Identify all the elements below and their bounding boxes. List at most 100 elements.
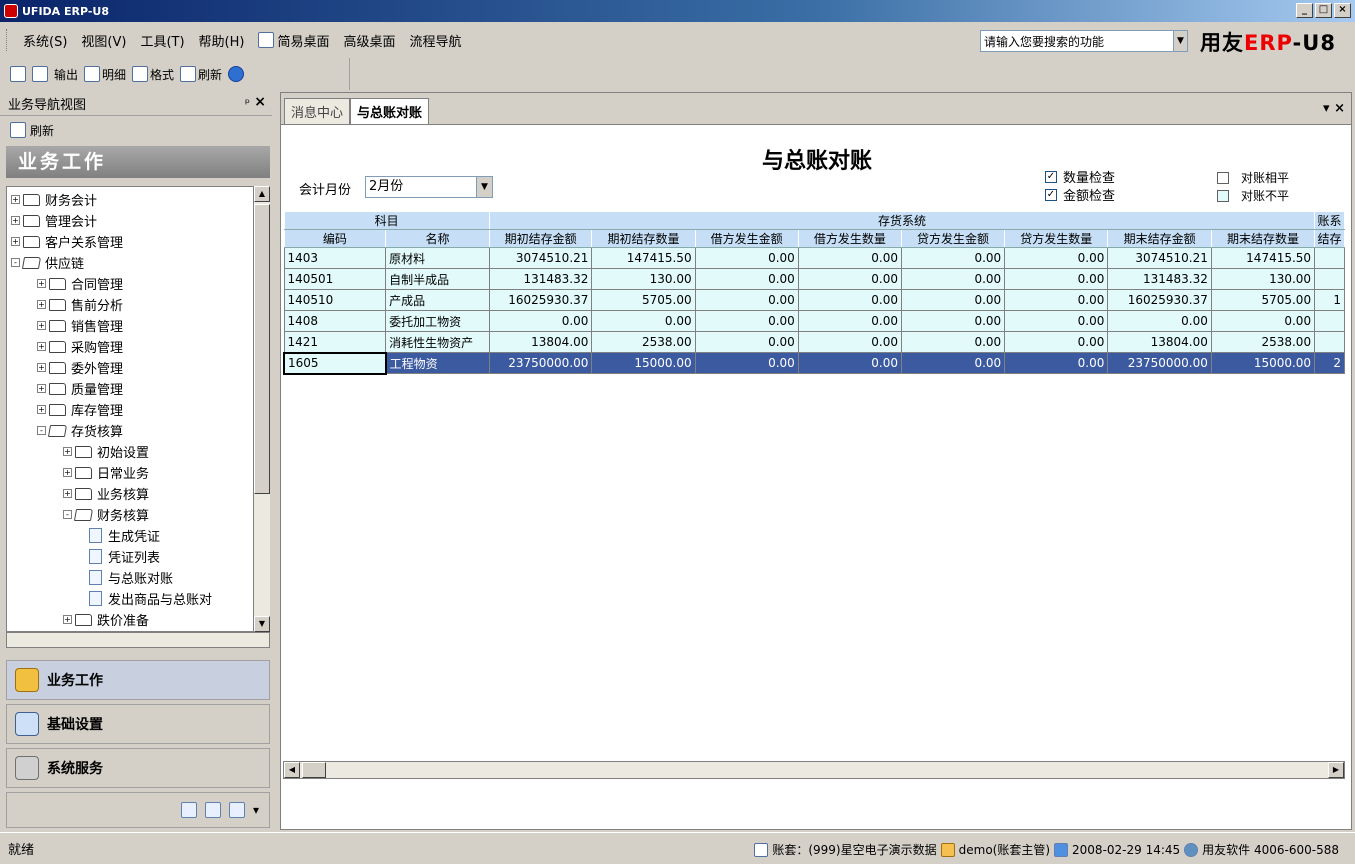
- tree-item[interactable]: + 初始设置: [63, 441, 149, 462]
- pin-icon[interactable]: ᵖ: [245, 96, 250, 110]
- table-row[interactable]: 140501 自制半成品 131483.32 130.00 0.00 0.00 0.00 0.…: [283, 268, 1345, 290]
- expand-icon[interactable]: +: [63, 615, 72, 624]
- table-cell[interactable]: 0.00: [1004, 310, 1109, 332]
- table-cell[interactable]: 0.00: [900, 289, 1006, 311]
- table-cell[interactable]: 13804.00: [1107, 331, 1212, 353]
- maximize-button[interactable]: □: [1315, 3, 1332, 18]
- close-button[interactable]: ×: [1334, 3, 1351, 18]
- settings-small-icon[interactable]: [204, 802, 221, 818]
- expand-icon[interactable]: +: [37, 300, 46, 309]
- table-cell[interactable]: 原材料: [385, 247, 490, 269]
- grid-horizontal-scrollbar[interactable]: ◀ ▶: [283, 761, 1345, 779]
- tools-small-icon[interactable]: [180, 802, 197, 818]
- nav-refresh-button[interactable]: 刷新: [0, 116, 272, 144]
- table-cell[interactable]: 15000.00: [591, 352, 696, 374]
- tree-item[interactable]: 生成凭证: [89, 525, 160, 546]
- tree-horizontal-scrollbar[interactable]: [6, 632, 270, 648]
- nav-business-work[interactable]: 业务工作: [6, 660, 270, 700]
- expand-icon[interactable]: +: [11, 237, 20, 246]
- table-cell[interactable]: 2538.00: [591, 331, 696, 353]
- scroll-thumb[interactable]: [254, 204, 270, 494]
- tree-item[interactable]: + 客户关系管理: [11, 231, 123, 252]
- table-cell[interactable]: 131483.32: [488, 268, 593, 290]
- table-cell[interactable]: 0.00: [797, 289, 902, 311]
- scroll-down-icon[interactable]: ▼: [254, 616, 270, 632]
- table-cell[interactable]: 消耗性生物资产: [385, 331, 490, 353]
- table-cell[interactable]: 2: [1314, 352, 1345, 374]
- table-cell[interactable]: 工程物资: [385, 352, 490, 374]
- table-cell[interactable]: 13804.00: [488, 331, 593, 353]
- tab-controls[interactable]: ▾ ×: [1323, 101, 1345, 116]
- tree-item[interactable]: 凭证列表: [89, 546, 160, 567]
- table-cell[interactable]: 5705.00: [591, 289, 696, 311]
- quantity-check-checkbox[interactable]: ✓ 数量检查: [1045, 167, 1115, 186]
- menu-process-nav[interactable]: 流程导航: [410, 31, 462, 50]
- column-header[interactable]: 期末结存金额: [1107, 229, 1212, 248]
- table-cell[interactable]: 0.00: [1004, 268, 1109, 290]
- table-cell[interactable]: 140501: [283, 268, 387, 290]
- chevron-down-icon[interactable]: ▼: [1173, 31, 1187, 51]
- column-header[interactable]: 借方发生数量: [797, 229, 902, 248]
- collapse-icon[interactable]: -: [11, 258, 20, 267]
- table-cell[interactable]: 0.00: [694, 247, 799, 269]
- column-header[interactable]: 贷方发生数量: [1004, 229, 1109, 248]
- expand-icon[interactable]: +: [37, 405, 46, 414]
- expand-icon[interactable]: +: [63, 447, 72, 456]
- table-cell[interactable]: 0.00: [1107, 310, 1212, 332]
- table-cell[interactable]: 0.00: [591, 310, 696, 332]
- collapse-icon[interactable]: -: [37, 426, 46, 435]
- expand-icon[interactable]: +: [63, 489, 72, 498]
- table-cell[interactable]: 0.00: [900, 352, 1006, 374]
- scroll-right-icon[interactable]: ▶: [1328, 762, 1344, 778]
- table-cell[interactable]: 0.00: [797, 352, 902, 374]
- table-cell[interactable]: 1: [1314, 289, 1345, 311]
- column-header[interactable]: 贷方发生金额: [900, 229, 1006, 248]
- table-cell[interactable]: 0.00: [694, 352, 799, 374]
- output-button[interactable]: 输出: [54, 66, 78, 83]
- expand-icon[interactable]: +: [37, 363, 46, 372]
- function-search-input[interactable]: 请输入您要搜索的功能 ▼: [980, 30, 1188, 52]
- column-header[interactable]: 结存: [1314, 229, 1345, 248]
- menu-simple-desktop[interactable]: 简易桌面: [258, 31, 329, 50]
- table-cell[interactable]: 130.00: [591, 268, 696, 290]
- table-cell[interactable]: 16025930.37: [1107, 289, 1212, 311]
- table-cell[interactable]: 0.00: [694, 331, 799, 353]
- expand-icon[interactable]: +: [37, 279, 46, 288]
- chevron-down-icon[interactable]: ▼: [476, 177, 492, 197]
- table-cell[interactable]: 1408: [283, 310, 387, 332]
- table-cell[interactable]: 130.00: [1210, 268, 1316, 290]
- minimize-button[interactable]: _: [1296, 3, 1313, 18]
- column-header[interactable]: 借方发生金额: [694, 229, 799, 248]
- expand-icon[interactable]: +: [37, 342, 46, 351]
- table-row[interactable]: 1605 工程物资 23750000.00 15000.00 0.00 0.00 0.00 0…: [283, 351, 1345, 375]
- tree-item[interactable]: + 售前分析: [37, 294, 123, 315]
- detail-button[interactable]: 明细: [84, 66, 126, 83]
- table-cell[interactable]: 0.00: [1004, 331, 1109, 353]
- table-row[interactable]: 1408 委托加工物资 0.00 0.00 0.00 0.00 0.00 0.00 0.00 0.…: [283, 310, 1345, 332]
- tree-item[interactable]: + 质量管理: [37, 378, 123, 399]
- table-cell[interactable]: 1605: [283, 351, 387, 375]
- table-cell[interactable]: 0.00: [900, 268, 1006, 290]
- chevron-down-icon[interactable]: ▾: [253, 803, 259, 817]
- table-cell[interactable]: 0.00: [797, 268, 902, 290]
- print-icon[interactable]: [10, 66, 26, 82]
- table-cell[interactable]: 140510: [283, 289, 387, 311]
- menu-view[interactable]: 视图(V): [81, 31, 126, 50]
- table-cell[interactable]: 15000.00: [1210, 352, 1316, 374]
- table-cell[interactable]: 0.00: [1004, 247, 1109, 269]
- tree-item[interactable]: + 库存管理: [37, 399, 123, 420]
- table-cell[interactable]: [1314, 310, 1345, 332]
- nav-basic-settings[interactable]: 基础设置: [6, 704, 270, 744]
- column-header[interactable]: 期末结存数量: [1210, 229, 1316, 248]
- menu-help[interactable]: 帮助(H): [199, 31, 245, 50]
- expand-icon[interactable]: +: [11, 195, 20, 204]
- table-cell[interactable]: 0.00: [1004, 289, 1109, 311]
- menu-tools[interactable]: 工具(T): [140, 31, 184, 50]
- table-cell[interactable]: 0.00: [694, 268, 799, 290]
- table-cell[interactable]: 3074510.21: [488, 247, 593, 269]
- table-cell[interactable]: 0.00: [797, 310, 902, 332]
- table-cell[interactable]: 0.00: [900, 310, 1006, 332]
- tree-item[interactable]: + 跌价准备: [63, 609, 149, 630]
- table-cell[interactable]: 16025930.37: [488, 289, 593, 311]
- expand-icon[interactable]: +: [37, 384, 46, 393]
